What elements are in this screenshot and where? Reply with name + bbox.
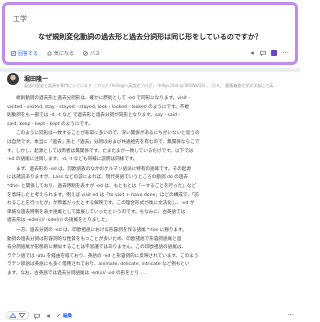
- text-line: まず、過去形の -ed は、印欧語族のなかのゲルマン語派に特有の語尾です。その起…: [16, 166, 191, 172]
- text-line: す。しかし、起源としては両者は無関係です。たまたまが一致しているだけです。以下で…: [7, 148, 194, 154]
- answer-paragraph: まず、過去形の -ed は、印欧語族のなかのゲルマン語派に特有の語尾です。その起…: [7, 166, 291, 226]
- pass-icon: [83, 50, 88, 56]
- text-line: 則動詞をも一部では -d, -t など で過去形と過去分詞が同形となります。sa…: [7, 113, 180, 119]
- text-line: 単純な過去時制を表す語尾として発展していったというのです。ちなみに、古英語では: [7, 209, 186, 215]
- more-options-icon[interactable]: ···: [282, 49, 289, 57]
- text-line: said, keep - kept - kept のようにです。: [7, 121, 93, 127]
- text-line: れることを行ったが」が原義だったとする解釈です。この理合形式が後に文法化し、-e…: [7, 201, 195, 207]
- text-line: を意味したと考えられます。例えば visit ed は「to visit + h…: [7, 192, 199, 198]
- text-line: 過去形は -ede(s)/ -ode(n) の語尾をとりました。: [7, 218, 111, 224]
- text-line: 去分詞語尾が形態的に類似することは不思議ではありません。この印欧祖語の語尾は、: [7, 245, 187, 251]
- author-name[interactable]: 堀田隆一: [24, 74, 48, 83]
- text-line: 動詞の過去分詞は形容詞的な性質をもつことが多いため、印欧諸語で形容詞語尾と過: [7, 236, 182, 242]
- pass-button[interactable]: パス: [83, 50, 100, 57]
- follow-button[interactable]: 気になる: [47, 50, 74, 57]
- pencil-icon: [11, 50, 16, 56]
- answer-paragraph: 一方、過去分詞の -ed は、印欧祖語における形容詞を作る語尾 *-tos に遡…: [7, 227, 291, 279]
- text-line: -ed の語尾に注目します。-d, -t なども同様に説明は同様です。: [7, 157, 138, 163]
- answer-body: 規則動詞の過去形と過去分詞形は、確かに原則として -ed で同形になります。vi…: [7, 95, 291, 278]
- downvote-icon[interactable]: [19, 313, 25, 318]
- text-line: このように同形は一致することが非常に多いので、深い関係があるにちがいないと思うの: [16, 131, 200, 137]
- question-action-bar: 回答する 気になる パス ···: [11, 48, 289, 58]
- spaces-icon[interactable]: [271, 50, 278, 56]
- upvote-icon: [10, 313, 16, 318]
- edit-label: 編集: [63, 313, 72, 319]
- comment-icon[interactable]: [260, 50, 267, 56]
- text-line: 一方、過去分詞の -ed は、印欧祖語における形容詞を作る語尾 *-tos に遡…: [16, 227, 187, 233]
- follow-label: 気になる: [54, 50, 75, 57]
- follow-icon: [47, 50, 52, 55]
- question-title[interactable]: なぜ規則変化動詞の過去形と過去分詞形は同じ形をしているのですか？: [5, 32, 295, 42]
- answer-action-bar: 編集 ···: [6, 311, 294, 320]
- avatar[interactable]: [7, 73, 19, 85]
- answer-paragraph: 規則動詞の過去形と過去分詞形は、確かに原則として -ed で同形になります。vi…: [7, 95, 291, 129]
- text-line: ます。なお、古英語では過去分詞語尾は -ed(s)/ -od の形をとり……: [7, 270, 149, 276]
- edit-button[interactable]: 編集: [56, 313, 72, 319]
- text-line: ラテン語では -atu を経由を経ており、英語の -ed と形容詞的に反映されて…: [7, 253, 199, 259]
- text-line: は自然です。本当に「過去」形と「過去」分詞はおよび共通祖先を有むので、無関係なら…: [7, 139, 200, 145]
- pass-label: パス: [90, 50, 101, 57]
- share-icon[interactable]: [249, 50, 255, 56]
- answer-paragraph: このように同形は一致することが非常に多いので、深い関係があるにちがいないと思うの…: [7, 130, 291, 164]
- edit-icon: [56, 313, 61, 318]
- answer-button[interactable]: 回答する: [11, 50, 38, 57]
- text-line: *dhe- と関係しており、過去時制を表すが -ed は、もともとは「一するごと…: [7, 183, 197, 189]
- text-line: ラテン単語は英語にも多く借用されており、animate, delicate, i…: [7, 262, 190, 268]
- topic-tag[interactable]: 工学: [13, 14, 27, 24]
- question-card: 工学 なぜ規則変化動詞の過去形と過去分詞形は同じ形をしているのですか？ 回答する…: [2, 2, 298, 65]
- answer-label: 回答する: [18, 50, 39, 57]
- text-line: visited - visited, stay - stayed - staye…: [7, 104, 189, 110]
- section-divider: [0, 68, 300, 72]
- share-icon[interactable]: [45, 313, 51, 319]
- upvote-button[interactable]: [6, 311, 29, 320]
- comment-icon[interactable]: [34, 313, 40, 319]
- more-options-icon[interactable]: ···: [287, 312, 294, 319]
- text-line: には諸説ありますが、Lass などの説によれば、現代英語でいうところの動詞 do…: [7, 175, 188, 181]
- text-line: 規則動詞の過去形と過去分詞形は、確かに原則として -ed で同形になります。vi…: [16, 96, 190, 101]
- author-credential: 英語の歴史と語源を専門にしています（ブログ「hellog～英語史ブログ」 (ht…: [24, 83, 278, 88]
